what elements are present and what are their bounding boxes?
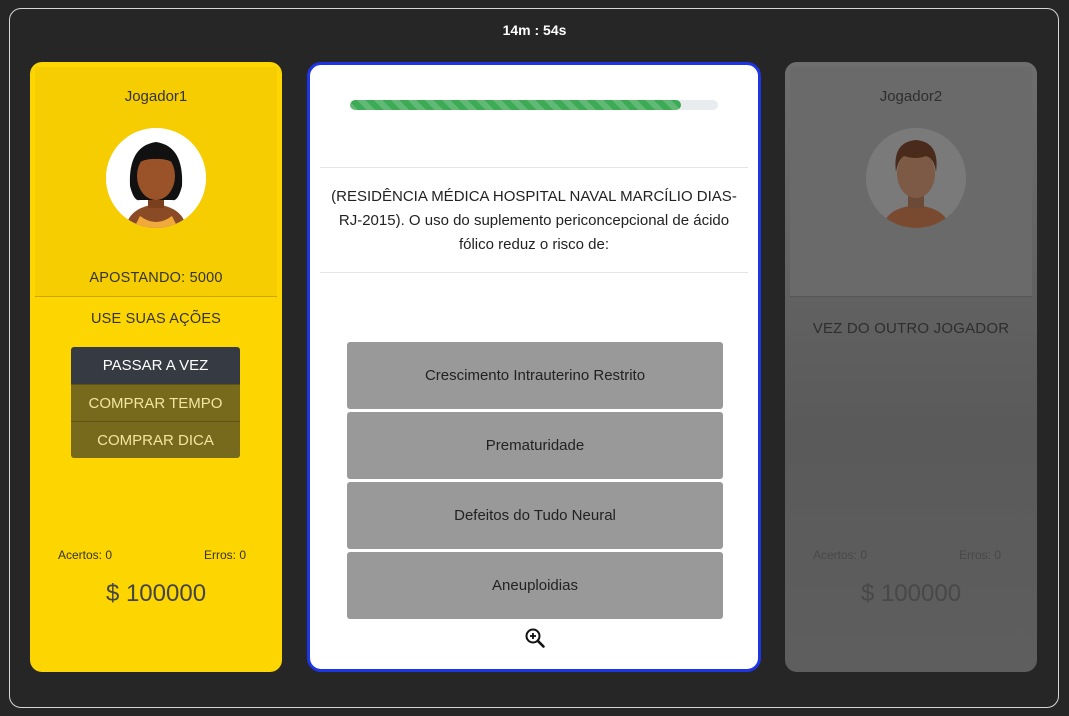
buy-time-button[interactable]: COMPRAR TEMPO [71,384,240,421]
female-avatar-icon [106,128,206,228]
player1-avatar [106,128,206,228]
player2-stats: Acertos: 0 Erros: 0 [813,548,1001,562]
player1-stats: Acertos: 0 Erros: 0 [58,548,246,562]
player2-avatar [866,128,966,228]
answer-list: Crescimento Intrauterino Restrito Premat… [347,342,723,622]
answer-option-4[interactable]: Aneuploidias [347,552,723,619]
player2-name: Jogador2 [879,88,943,105]
player1-name: Jogador1 [124,88,188,105]
player1-header: Jogador1 [35,67,277,297]
time-progress-fill [350,100,682,110]
player1-action-group: PASSAR A VEZ COMPRAR TEMPO COMPRAR DICA [71,347,240,458]
player2-money: $ 100000 [860,580,962,607]
male-avatar-icon [866,128,966,228]
answer-option-3[interactable]: Defeitos do Tudo Neural [347,482,723,549]
question-text: (RESIDÊNCIA MÉDICA HOSPITAL NAVAL MARCÍL… [331,188,737,253]
zoom-in-icon[interactable] [524,627,546,649]
player2-errors: Erros: 0 [958,548,1001,562]
game-timer: 14m : 54s [502,22,567,38]
player1-panel: Jogador1 APOSTANDO: 5000 USE SUAS AÇÕES … [30,62,282,672]
divider [320,167,748,168]
player1-hits: Acertos: 0 [58,548,113,562]
question-card: (RESIDÊNCIA MÉDICA HOSPITAL NAVAL MARCÍL… [307,62,761,672]
divider [320,272,748,273]
player1-actions-title: USE SUAS AÇÕES [90,311,222,327]
answer-option-1[interactable]: Crescimento Intrauterino Restrito [347,342,723,409]
player1-errors: Erros: 0 [203,548,246,562]
time-progress-bar [350,100,718,110]
player2-hits: Acertos: 0 [813,548,868,562]
player1-betting: APOSTANDO: 5000 [89,270,223,286]
player1-money: $ 100000 [105,580,207,607]
buy-hint-button[interactable]: COMPRAR DICA [71,421,240,458]
player2-header: Jogador2 [790,67,1032,297]
pass-turn-button[interactable]: PASSAR A VEZ [71,347,240,384]
player2-panel: Jogador2 VEZ DO OUTRO JOGADOR Acertos: 0… [785,62,1037,672]
answer-option-2[interactable]: Prematuridade [347,412,723,479]
player2-status: VEZ DO OUTRO JOGADOR [812,320,1010,337]
